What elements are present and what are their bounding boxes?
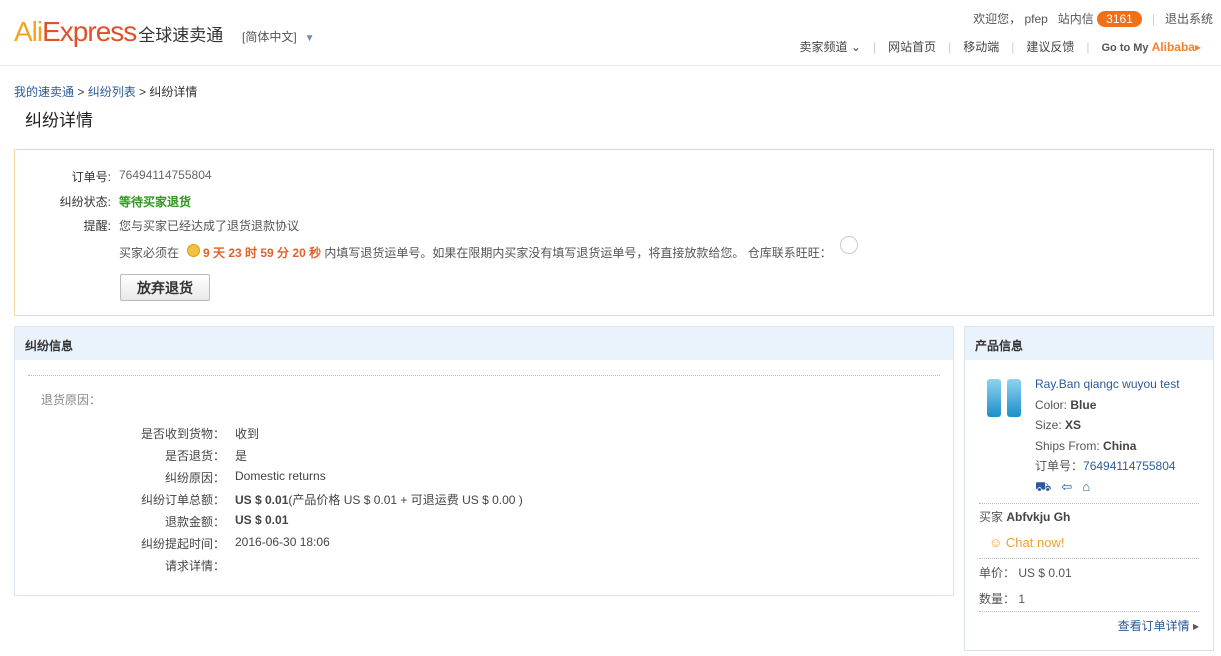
arrow-right-icon: ▸: [1195, 40, 1201, 54]
product-image[interactable]: [987, 379, 1029, 421]
breadcrumb: 我的速卖通 > 纠纷列表 > 纠纷详情: [14, 83, 197, 100]
dispute-info-panel: 纠纷信息 退货原因： 是否收到货物：收到 是否退货：是 纠纷原因：Domesti…: [14, 326, 954, 596]
refund-amount: US $ 0.01: [235, 513, 288, 530]
chevron-down-icon: ⌄: [851, 40, 861, 54]
buyer-name: Abfvkju Gh: [1006, 510, 1070, 524]
aliexpress-logo[interactable]: AliExpress全球速卖通: [14, 16, 223, 48]
truck-icon[interactable]: ⛟: [1035, 477, 1051, 498]
product-name-link[interactable]: Ray.Ban qiangc wuyou test: [1035, 377, 1180, 391]
view-order-details-link[interactable]: 查看订单详情 ▸: [1118, 617, 1199, 634]
messages-link[interactable]: 站内信 3161: [1058, 10, 1142, 27]
wangwang-icon[interactable]: [840, 236, 858, 254]
panel-title: 纠纷信息: [15, 327, 953, 360]
dispute-status: 等待买家退货: [119, 193, 191, 210]
page-title: 纠纷详情: [25, 106, 93, 131]
breadcrumb-my-aliexpress[interactable]: 我的速卖通: [14, 85, 74, 99]
caret-down-icon: ▼: [305, 33, 315, 44]
dispute-notice: 订单号:76494114755804 纠纷状态:等待买家退货 提醒:您与买家已经…: [14, 149, 1214, 316]
chat-now-button[interactable]: ☺ Chat now!: [989, 535, 1064, 550]
tag-icon[interactable]: ⌂: [1082, 477, 1090, 498]
logout-link[interactable]: 退出系统: [1165, 10, 1213, 27]
chat-icon: ☺: [989, 535, 1002, 550]
arrow-right-icon: ▸: [1193, 619, 1199, 633]
nav-home[interactable]: 网站首页: [888, 38, 936, 55]
nav-seller-channel[interactable]: 卖家频道 ⌄: [800, 38, 861, 55]
product-info-panel: 产品信息 Ray.Ban qiangc wuyou test Color: Bl…: [964, 326, 1214, 651]
abandon-return-button[interactable]: 放弃退货: [120, 274, 210, 301]
messages-badge: 3161: [1097, 11, 1142, 27]
language-selector[interactable]: [简体中文]▼: [242, 28, 315, 45]
breadcrumb-dispute-list[interactable]: 纠纷列表: [88, 85, 136, 99]
return-icon[interactable]: ⇦: [1061, 477, 1072, 498]
username: pfep: [1024, 12, 1047, 26]
goto-my-alibaba[interactable]: Go to My Alibaba▸: [1102, 40, 1202, 54]
clock-icon: [187, 244, 200, 257]
user-bar: 欢迎您， pfep 站内信 3161 | 退出系统: [973, 10, 1213, 27]
header: AliExpress全球速卖通 [简体中文]▼ 欢迎您， pfep 站内信 31…: [0, 0, 1221, 66]
countdown: 9 天 23 时 59 分 20 秒: [203, 244, 321, 261]
nav-mobile[interactable]: 移动端: [963, 38, 999, 55]
nav-feedback[interactable]: 建议反馈: [1026, 38, 1074, 55]
order-number: 76494114755804: [119, 168, 212, 185]
product-order-link[interactable]: 76494114755804: [1083, 459, 1176, 473]
top-nav: 卖家频道 ⌄| 网站首页| 移动端| 建议反馈| Go to My Alibab…: [800, 38, 1201, 55]
